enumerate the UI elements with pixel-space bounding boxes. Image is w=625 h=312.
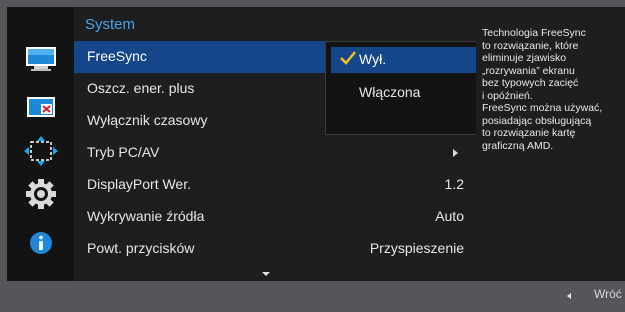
monitor-icon [26,47,56,71]
menu-item-label: Powt. przycisków [87,240,195,256]
menu-item-value: Auto [435,208,464,224]
pip-category-button[interactable] [21,91,61,123]
resize-arrows-icon [24,136,58,166]
menu-item-label: Tryb PC/AV [87,144,160,160]
menu-item-value: Przyspieszenie [369,240,464,256]
menu-item-value: 1.2 [444,176,464,192]
menu-item-label: Wykrywanie źródła [87,208,205,224]
menu-title: System [85,16,136,33]
system-menu: System FreeSync Oszcz. ener. plus Wyłącz… [74,7,476,281]
picture-category-button[interactable] [21,43,61,75]
scroll-down-icon[interactable] [262,272,270,276]
back-button[interactable]: Wróć [594,287,622,301]
support-category-button[interactable] [21,227,61,259]
menu-item-label: DisplayPort Wer. [87,176,191,192]
info-icon [30,232,52,254]
back-arrow-icon [567,293,571,299]
menu-item-label: FreeSync [87,48,147,64]
option-off[interactable]: Wył. [331,47,476,73]
osd-main-panel: System FreeSync Oszcz. ener. plus Wyłącz… [7,7,476,281]
chevron-right-icon [453,149,458,157]
help-panel: Technologia FreeSync to rozwiązanie, któ… [476,7,625,281]
picture-in-picture-icon [27,97,55,117]
menu-item-displayport-version[interactable]: DisplayPort Wer. 1.2 [74,169,476,201]
bottom-guide-bar: Wróć [0,281,625,312]
system-category-button[interactable] [21,178,61,210]
menu-item-label: Oszcz. ener. plus [87,80,195,96]
help-text: Technologia FreeSync to rozwiązanie, któ… [482,27,603,152]
option-label: Wył. [359,51,387,67]
menu-item-source-detection[interactable]: Wykrywanie źródła Auto [74,201,476,233]
menu-item-pc-av-mode[interactable]: Tryb PC/AV [74,137,476,169]
menu-item-label: Wyłącznik czasowy [87,112,208,128]
menu-item-key-repeat-time[interactable]: Powt. przycisków Przyspieszenie [74,233,476,265]
gear-icon [26,179,56,209]
category-icon-column [7,7,74,281]
option-label: Włączona [359,84,421,100]
checkmark-icon [340,51,356,65]
onscreen-display-category-button[interactable] [21,135,61,167]
freesync-options-popup: Wył. Włączona [325,41,476,135]
option-enabled[interactable]: Włączona [331,80,476,106]
